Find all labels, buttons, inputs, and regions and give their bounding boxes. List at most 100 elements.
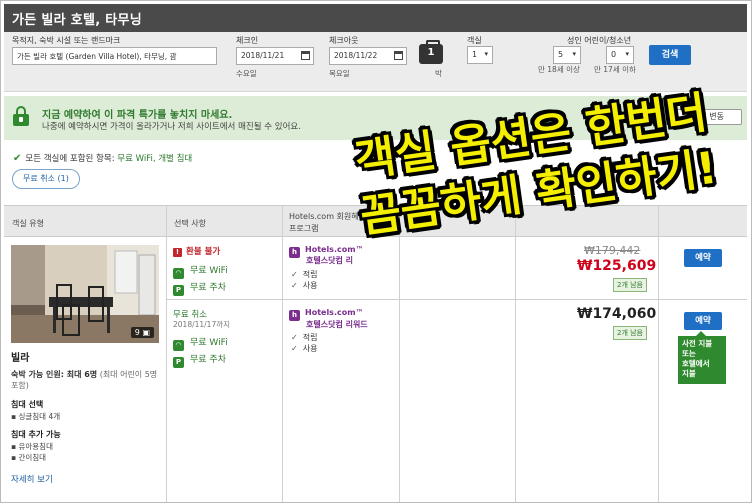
checkin-label: 체크인 <box>236 36 259 45</box>
checkout-value: 2018/11/22 <box>334 51 378 60</box>
rooms-value: 1 <box>472 50 478 59</box>
destination-input[interactable]: 가든 빌라 호텔 (Garden Villa Hotel), 타무닝, 괌 <box>12 47 217 65</box>
lock-icon <box>13 106 29 126</box>
rate2-parking: P 무료 주차 <box>173 352 226 368</box>
col-options: 선택 사항 <box>174 219 206 228</box>
extra-bed-text: 유아용침대 <box>18 442 53 451</box>
photo-count: 9 ▣ <box>130 327 154 338</box>
row-divider <box>167 299 747 300</box>
calendar-icon <box>394 51 403 60</box>
rate1-rewards-subtext: 호텔스닷컴 리 <box>306 256 353 265</box>
guests-label: 성인 어린이/청소년 <box>567 36 632 45</box>
check-icon: ✓ <box>291 281 298 290</box>
warning-icon: ! <box>173 248 182 257</box>
free-cancel-filter[interactable]: 무료 취소 (1) <box>12 169 80 189</box>
page-title: 가든 빌라 호텔, 타무닝 <box>12 13 143 28</box>
rate2-parking-text: 무료 주차 <box>190 355 226 365</box>
rate1-policy: ! 환불 불가 <box>173 245 220 257</box>
rate1-use-text: 사용 <box>302 281 318 290</box>
occupancy-max: 숙박 가능 인원: 최대 6명 <box>11 370 98 379</box>
check-icon: ✓ <box>291 344 298 353</box>
bed-choice-title: 침대 선택 <box>11 400 44 409</box>
rate1-earn: ✓ 적립 <box>291 269 317 280</box>
rooms-select[interactable]: 1 ▾ <box>467 46 493 64</box>
room-occupancy: 숙박 가능 인원: 최대 6명 (최대 어린이 5명 포함) <box>11 369 161 391</box>
nights-label: 박 <box>435 69 442 78</box>
rate2-policy-date: 2018/11/17까지 <box>173 320 231 329</box>
adults-select[interactable]: 5 ▾ <box>553 46 581 64</box>
promo-text: 나중에 예약하시면 가격이 올라가거나 저희 사이트에서 매진될 수 있어요. <box>42 122 301 132</box>
parking-icon: P <box>173 357 184 368</box>
checkout-input[interactable]: 2018/11/22 <box>329 47 407 65</box>
extra-bed-text: 간이침대 <box>18 453 47 462</box>
check-icon: ✓ <box>291 270 298 279</box>
room-photo[interactable]: 9 ▣ <box>11 245 159 343</box>
rate1-parking: P 무료 주차 <box>173 280 226 296</box>
extra-bed-title: 침대 추가 가능 <box>11 430 61 439</box>
check-icon: ✔ <box>13 153 22 164</box>
column-divider <box>282 205 283 502</box>
rate2-use: ✓ 사용 <box>291 343 317 354</box>
camera-icon: ▣ <box>142 328 150 337</box>
bed-choice-item: ▪ 싱글침대 4개 <box>11 412 61 421</box>
checkout-day: 목요일 <box>329 69 350 78</box>
children-select[interactable]: 0 ▾ <box>606 46 634 64</box>
nights-count: 1 <box>427 47 435 58</box>
rate1-price: ₩125,609 <box>577 258 657 274</box>
destination-label: 목적지, 숙박 시설 또는 랜드마크 <box>12 36 121 45</box>
extra-bed-item: ▪ 유아용침대 <box>11 442 53 451</box>
chevron-down-icon: ▾ <box>572 50 576 58</box>
room-details-link[interactable]: 자세히 보기 <box>11 473 53 485</box>
check-icon: ✓ <box>291 333 298 342</box>
rate2-rewards-subtext: 호텔스닷컴 리워드 <box>306 320 368 329</box>
pay-note-line: 호텔에서 <box>682 359 710 368</box>
rate2-earn: ✓ 적립 <box>291 332 317 343</box>
photo-count-number: 9 <box>134 328 140 337</box>
col-rewards-2: 프로그램 <box>289 224 319 233</box>
rate2-wifi: ◠ 무료 WiFi <box>173 335 228 351</box>
pay-note-line: 지불 <box>682 369 696 378</box>
room-name: 빌라 <box>11 353 30 364</box>
rate2-wifi-text: 무료 WiFi <box>190 338 228 348</box>
rate2-earn-text: 적립 <box>302 333 318 342</box>
extra-bed-item: ▪ 간이침대 <box>11 453 47 462</box>
column-divider <box>658 205 659 502</box>
rooms-label: 객실 <box>467 36 482 45</box>
rate1-rooms-left: 2개 남음 <box>613 278 647 292</box>
hotels-rewards-icon: h <box>289 310 300 321</box>
rate1-reserve-button[interactable]: 예약 <box>684 249 722 267</box>
checkin-input[interactable]: 2018/11/21 <box>236 47 314 65</box>
children-sub: 만 17세 이하 <box>594 65 636 74</box>
adults-value: 5 <box>558 50 564 59</box>
rate1-policy-text: 환불 불가 <box>186 247 221 257</box>
promo-title: 지금 예약하여 이 파격 특가를 놓치지 마세요. <box>42 110 233 121</box>
price-change-button[interactable]: 가격 변동 <box>674 109 742 125</box>
bed-choice-text: 싱글침대 4개 <box>18 412 61 421</box>
children-value: 0 <box>611 50 617 59</box>
rooms-table-header: 객실 유형 선택 사항 Hotels.com 회원혜 프로그램 <box>4 205 747 237</box>
rate1-rewards-sub: 호텔스닷컴 리 <box>306 255 353 266</box>
rate2-rooms-left: 2개 남음 <box>613 326 647 340</box>
rate2-price: ₩174,060 <box>577 306 657 322</box>
included-list: 무료 WiFi, 개별 침대 <box>117 154 193 164</box>
column-divider <box>399 205 400 502</box>
checkin-value: 2018/11/21 <box>241 51 285 60</box>
rate1-parking-text: 무료 주차 <box>190 283 226 293</box>
column-divider <box>166 205 167 502</box>
included-label: 모든 객실에 포함된 항목: <box>25 154 115 164</box>
rate1-earn-text: 적립 <box>302 270 318 279</box>
hotels-rewards-icon: h <box>289 247 300 258</box>
pay-note-line: 사전 지불 <box>682 339 713 348</box>
pay-note-line: 또는 <box>682 349 696 358</box>
wifi-icon: ◠ <box>173 268 184 279</box>
rate1-rewards-title: Hotels.com™ <box>305 245 364 254</box>
rate1-old-price: ₩179,442 <box>584 244 641 257</box>
search-bar: 목적지, 숙박 시설 또는 랜드마크 가든 빌라 호텔 (Garden Vill… <box>4 32 747 92</box>
calendar-icon <box>301 51 310 60</box>
promo-banner: 지금 예약하여 이 파격 특가를 놓치지 마세요. 나중에 예약하시면 가격이 … <box>4 96 747 140</box>
col-rewards: Hotels.com 회원혜 <box>289 212 359 221</box>
rate2-reserve-button[interactable]: 예약 <box>684 312 722 330</box>
rate1-wifi-text: 무료 WiFi <box>190 266 228 276</box>
search-button[interactable]: 검색 <box>649 45 691 65</box>
checkin-day: 수요일 <box>236 69 257 78</box>
